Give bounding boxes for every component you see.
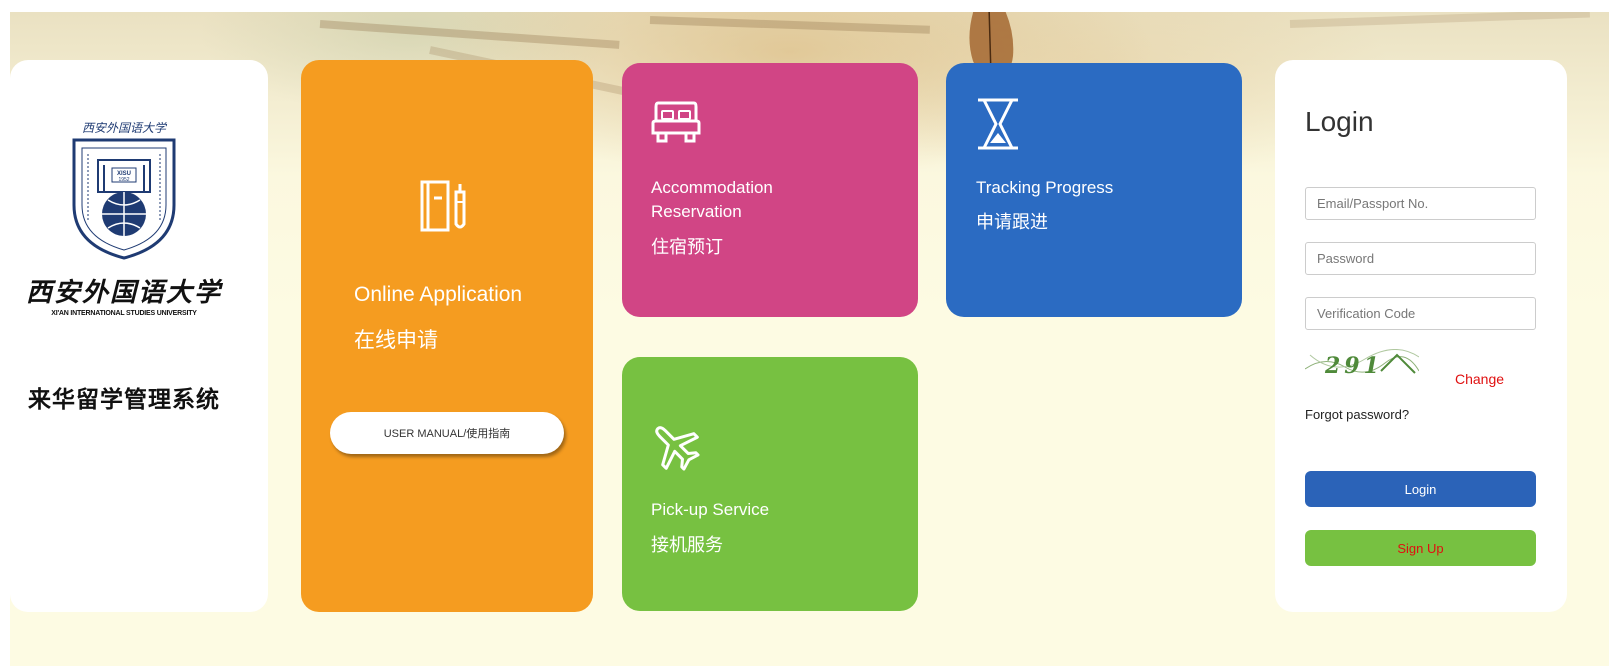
university-logo-card: 西安外国语大学 XISU 1952 西安外国语大学 XI'AN INTERNAT…: [10, 60, 268, 612]
bed-icon: [651, 101, 701, 143]
system-name: 来华留学管理系统: [28, 386, 220, 413]
login-panel: Login 291 Change Forgot password? Login …: [1275, 60, 1567, 612]
online-application-tile[interactable]: Online Application 在线申请 USER MANUAL/使用指南: [301, 60, 593, 612]
svg-text:291: 291: [1324, 353, 1383, 379]
captcha-image[interactable]: 291: [1305, 349, 1419, 381]
university-crest-icon: 西安外国语大学 XISU 1952: [72, 121, 176, 260]
online-application-subtitle: 在线申请: [354, 329, 438, 352]
university-name-english: XI'AN INTERNATIONAL STUDIES UNIVERSITY: [51, 310, 197, 317]
password-input[interactable]: [1305, 242, 1536, 275]
page-background: 西安外国语大学 XISU 1952 西安外国语大学 XI'AN INTERNAT…: [10, 12, 1609, 666]
email-passport-input[interactable]: [1305, 187, 1536, 220]
hourglass-icon: [978, 98, 1018, 150]
accommodation-tile[interactable]: Accommodation Reservation 住宿预订: [622, 63, 918, 317]
accommodation-title: Accommodation Reservation: [651, 178, 773, 221]
change-captcha-link[interactable]: Change: [1455, 371, 1504, 387]
svg-text:西安外国语大学: 西安外国语大学: [82, 121, 168, 135]
pickup-service-tile[interactable]: Pick-up Service 接机服务: [622, 357, 918, 611]
airplane-icon: [655, 426, 700, 471]
pickup-service-title: Pick-up Service: [651, 500, 770, 519]
accommodation-subtitle: 住宿预订: [651, 237, 723, 257]
tracking-progress-subtitle: 申请跟进: [976, 212, 1048, 232]
university-name-chinese: 西安外国语大学: [25, 278, 222, 308]
verification-code-input[interactable]: [1305, 297, 1536, 330]
svg-text:1952: 1952: [118, 177, 129, 183]
online-application-title: Online Application: [354, 283, 523, 306]
pickup-service-subtitle: 接机服务: [651, 535, 723, 555]
forgot-password-link[interactable]: Forgot password?: [1305, 407, 1409, 422]
notebook-pen-icon: [420, 180, 466, 232]
login-button[interactable]: Login: [1305, 471, 1536, 507]
signup-button[interactable]: Sign Up: [1305, 530, 1536, 566]
user-manual-button[interactable]: USER MANUAL/使用指南: [330, 412, 564, 454]
tracking-progress-tile[interactable]: Tracking Progress 申请跟进: [946, 63, 1242, 317]
tracking-progress-title: Tracking Progress: [976, 178, 1114, 197]
login-title: Login: [1305, 106, 1374, 137]
